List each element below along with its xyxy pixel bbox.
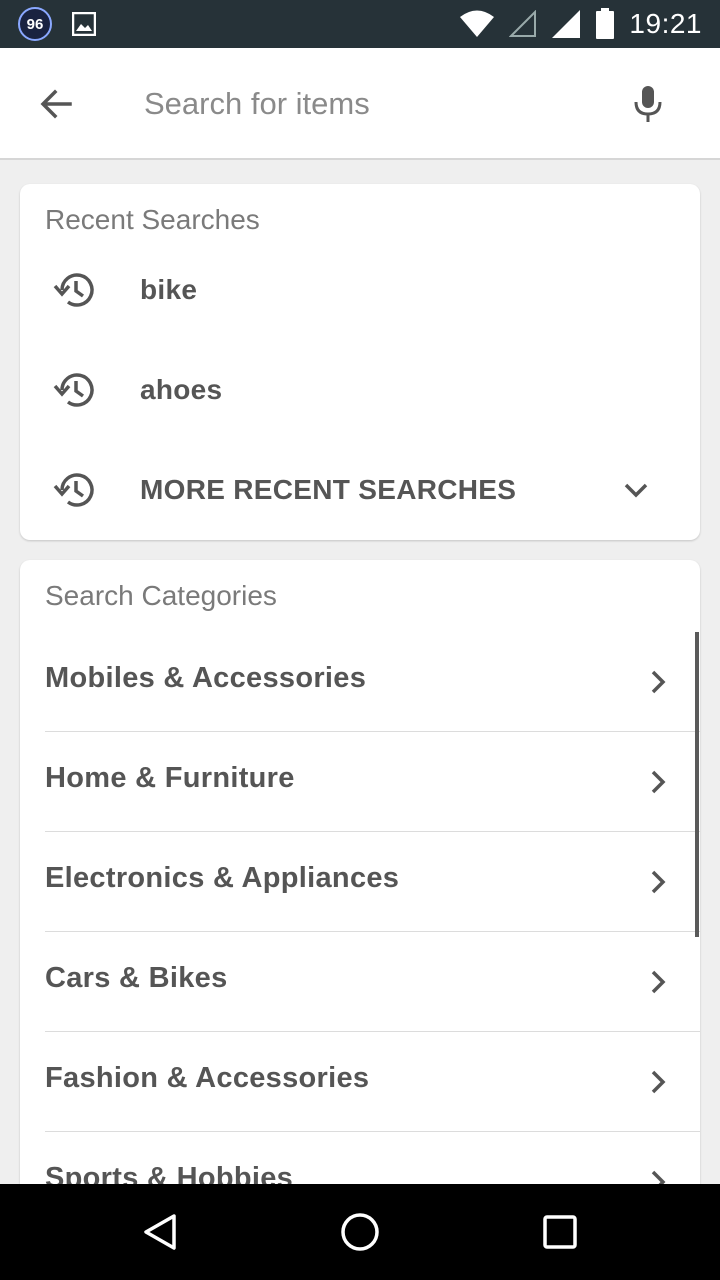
search-categories-card: Search Categories Mobiles & Accessories … [20, 560, 700, 1184]
more-recent-searches-label: MORE RECENT SEARCHES [140, 474, 517, 505]
chevron-right-icon [651, 870, 666, 894]
recent-search-label: ahoes [140, 374, 223, 405]
category-label: Electronics & Appliances [45, 862, 400, 894]
nav-home-button[interactable] [336, 1208, 384, 1256]
wifi-icon [460, 10, 495, 37]
signal-outline-icon [509, 10, 537, 37]
recent-search-item[interactable]: bike [20, 240, 700, 340]
category-label: Fashion & Accessories [45, 1062, 370, 1094]
category-label: Mobiles & Accessories [45, 662, 367, 694]
recent-searches-title: Recent Searches [45, 204, 260, 235]
category-item[interactable]: Electronics & Appliances [45, 832, 700, 932]
microphone-icon [634, 86, 662, 122]
scrollbar-thumb[interactable] [695, 632, 699, 937]
search-toolbar [0, 48, 720, 160]
chevron-down-icon [624, 483, 648, 498]
recent-search-item[interactable]: ahoes [20, 340, 700, 440]
category-label: Home & Furniture [45, 762, 295, 794]
home-circle-icon [341, 1213, 379, 1251]
status-icons: 19:21 [459, 0, 702, 48]
recent-searches-card: Recent Searches bike ahoes MORE RECENT S… [20, 184, 700, 540]
history-icon [53, 273, 94, 307]
nav-back-button[interactable] [136, 1208, 184, 1256]
signal-icon [552, 10, 581, 38]
category-item[interactable]: Sports & Hobbies [45, 1132, 700, 1184]
category-item[interactable]: Fashion & Accessories [45, 1032, 700, 1132]
chevron-right-icon [651, 970, 666, 994]
recent-search-label: bike [140, 274, 198, 305]
chevron-right-icon [651, 1170, 666, 1184]
chevron-right-icon [651, 1070, 666, 1094]
category-label: Cars & Bikes [45, 962, 228, 994]
back-button[interactable] [28, 76, 84, 132]
back-triangle-icon [144, 1214, 176, 1250]
system-nav-bar [0, 1184, 720, 1280]
search-input[interactable] [144, 74, 584, 134]
category-item[interactable]: Cars & Bikes [45, 932, 700, 1032]
history-icon [53, 473, 94, 507]
more-recent-searches-button[interactable]: MORE RECENT SEARCHES [20, 440, 700, 540]
image-icon [72, 12, 96, 36]
search-categories-title: Search Categories [45, 580, 277, 611]
chevron-right-icon [651, 670, 666, 694]
voice-search-button[interactable] [620, 76, 676, 132]
status-bar: 96 19:21 [0, 0, 720, 48]
history-icon [53, 373, 94, 407]
recents-square-icon [543, 1215, 577, 1249]
category-item[interactable]: Mobiles & Accessories [45, 632, 700, 732]
chevron-right-icon [651, 770, 666, 794]
battery-icon [596, 8, 615, 39]
arrow-back-icon [40, 89, 72, 119]
clock: 19:21 [629, 8, 702, 39]
category-label: Sports & Hobbies [45, 1162, 294, 1184]
nav-recents-button[interactable] [536, 1208, 584, 1256]
category-item[interactable]: Home & Furniture [45, 732, 700, 832]
notification-badge-icon: 96 [18, 7, 52, 41]
